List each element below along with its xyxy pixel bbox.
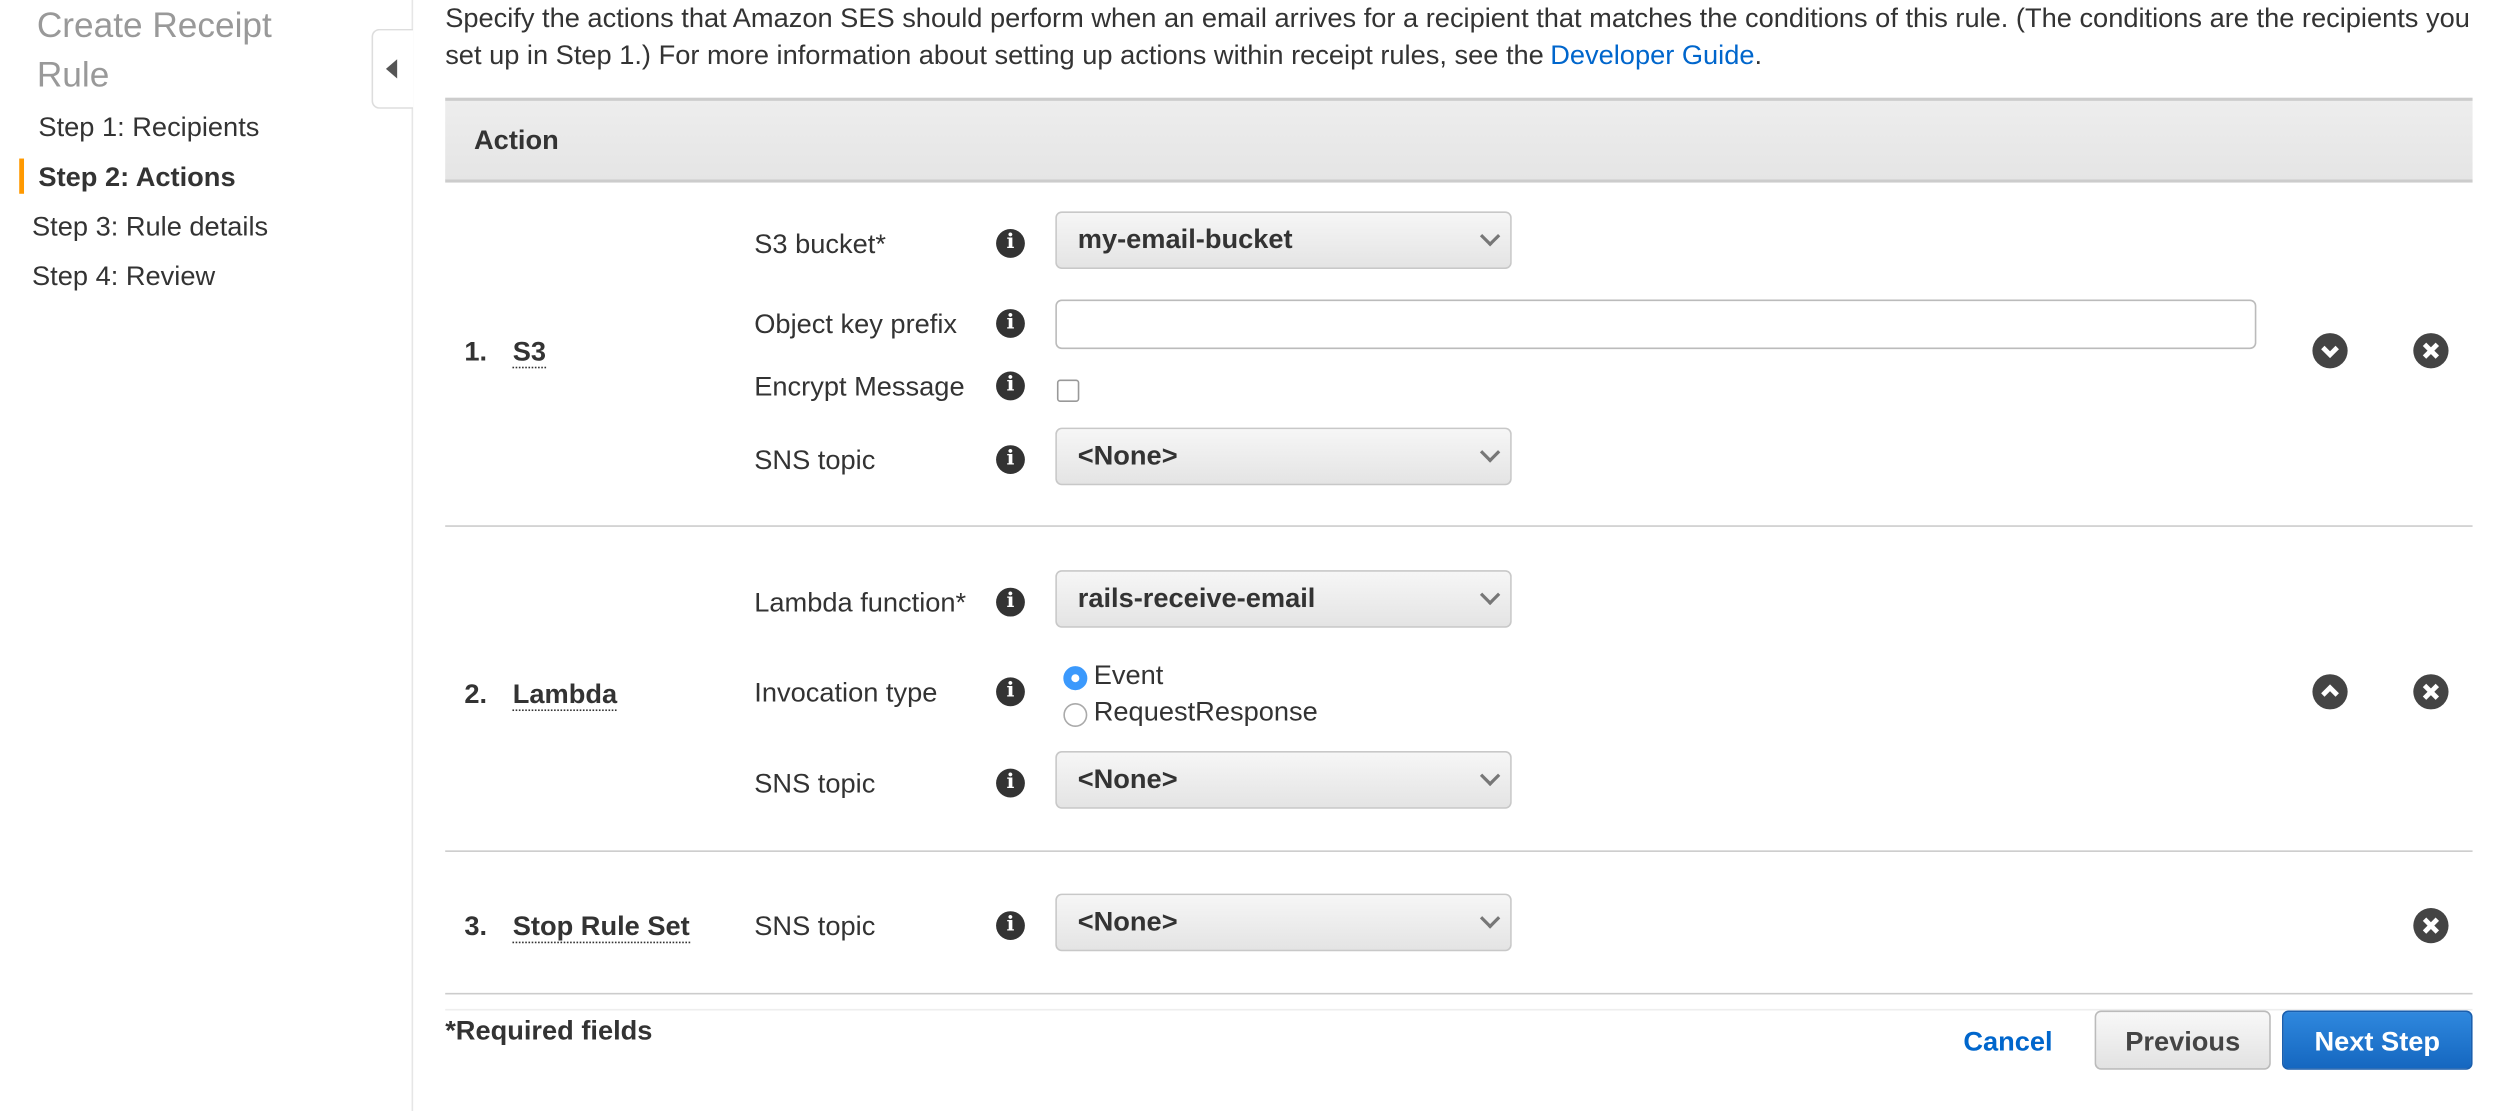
header-action: Action (474, 124, 559, 156)
chevron-down-icon (1479, 442, 1501, 463)
previous-button[interactable]: Previous (2094, 1010, 2271, 1070)
event-radio-label[interactable]: Event (1094, 660, 1164, 692)
next-step-button[interactable]: Next Step (2281, 1010, 2473, 1070)
requestresponse-radio[interactable] (1063, 703, 1088, 728)
action-number: 3. (464, 911, 488, 942)
chevron-down-icon (1479, 226, 1501, 247)
info-icon[interactable]: i (996, 677, 1025, 707)
caret-left-icon[interactable] (371, 28, 414, 109)
required-fields-note: *Required fields (445, 1015, 653, 1046)
action-row-stop-rule-set-label: 3. Stop Rule Set (464, 911, 690, 944)
close-circle-icon[interactable] (2413, 907, 2449, 944)
info-icon[interactable]: i (996, 229, 1025, 258)
close-circle-icon[interactable] (2413, 674, 2449, 710)
cancel-link[interactable]: Cancel (1963, 1026, 2052, 1058)
intro-body: Specify the actions that Amazon SES shou… (445, 3, 2470, 71)
chevron-down-icon (1479, 765, 1501, 787)
object-key-prefix-input[interactable] (1055, 299, 2257, 350)
select-value: my-email-bucket (1077, 224, 1293, 255)
sidebar-step-recipients[interactable]: Step 1: Recipients (38, 112, 259, 144)
sidebar: Create Receipt Rule Step 1: Recipients S… (0, 0, 414, 1111)
s3-bucket-select[interactable]: my-email-bucket (1055, 211, 1512, 270)
row-divider (445, 850, 2473, 852)
row-divider (445, 525, 2473, 527)
action-name: S3 (512, 336, 547, 369)
info-icon[interactable]: i (996, 445, 1025, 475)
action-name: Lambda (512, 678, 618, 712)
lambda-function-label: Lambda function* (754, 587, 967, 619)
select-value: rails-receive-email (1077, 582, 1316, 614)
lambda-function-select[interactable]: rails-receive-email (1055, 570, 1512, 628)
chevron-up-circle-icon[interactable] (2312, 674, 2348, 710)
s3-sns-topic-select[interactable]: <None> (1055, 427, 1512, 486)
active-step-indicator (19, 158, 25, 194)
info-icon[interactable]: i (996, 309, 1025, 338)
sidebar-step-actions[interactable]: Step 2: Actions (38, 162, 235, 194)
intro-text: Specify the actions that Amazon SES shou… (445, 0, 2479, 74)
info-icon[interactable]: i (996, 911, 1025, 941)
select-value: <None> (1077, 763, 1178, 795)
sidebar-title: Create Receipt Rule (36, 4, 272, 95)
intro-suffix: . (1754, 40, 1763, 71)
table-header: Action (445, 97, 2473, 183)
chevron-down-icon (1479, 584, 1501, 606)
lambda-sns-topic-label: SNS topic (754, 768, 876, 800)
action-number: 2. (464, 678, 488, 710)
close-circle-icon[interactable] (2413, 333, 2449, 369)
encrypt-message-checkbox[interactable] (1056, 379, 1080, 402)
sidebar-step-rule-details[interactable]: Step 3: Rule details (32, 211, 268, 243)
event-radio[interactable] (1063, 666, 1088, 691)
action-row-s3-label: 1. S3 (464, 336, 547, 369)
action-name: Stop Rule Set (512, 911, 690, 944)
developer-guide-link[interactable]: Developer Guide (1550, 40, 1754, 70)
chevron-down-icon (1479, 908, 1501, 929)
lambda-sns-topic-select[interactable]: <None> (1055, 751, 1512, 809)
action-number: 1. (464, 336, 488, 367)
stop-sns-topic-label: SNS topic (754, 911, 876, 942)
select-value: <None> (1077, 906, 1178, 937)
chevron-down-circle-icon[interactable] (2312, 333, 2348, 369)
requestresponse-radio-label[interactable]: RequestResponse (1094, 697, 1318, 729)
s3-bucket-label: S3 bucket* (754, 229, 886, 260)
encrypt-message-label: Encrypt Message (754, 371, 965, 402)
stop-sns-topic-select[interactable]: <None> (1055, 893, 1512, 952)
s3-sns-topic-label: SNS topic (754, 445, 876, 476)
select-value: <None> (1077, 440, 1178, 471)
info-icon[interactable]: i (996, 371, 1025, 401)
action-row-lambda-label: 2. Lambda (464, 678, 618, 712)
object-key-prefix-label: Object key prefix (754, 309, 958, 340)
row-divider (445, 992, 2473, 995)
sidebar-step-review[interactable]: Step 4: Review (32, 261, 215, 293)
invocation-type-label: Invocation type (754, 677, 938, 708)
info-icon[interactable]: i (996, 587, 1025, 617)
info-icon[interactable]: i (996, 768, 1025, 798)
